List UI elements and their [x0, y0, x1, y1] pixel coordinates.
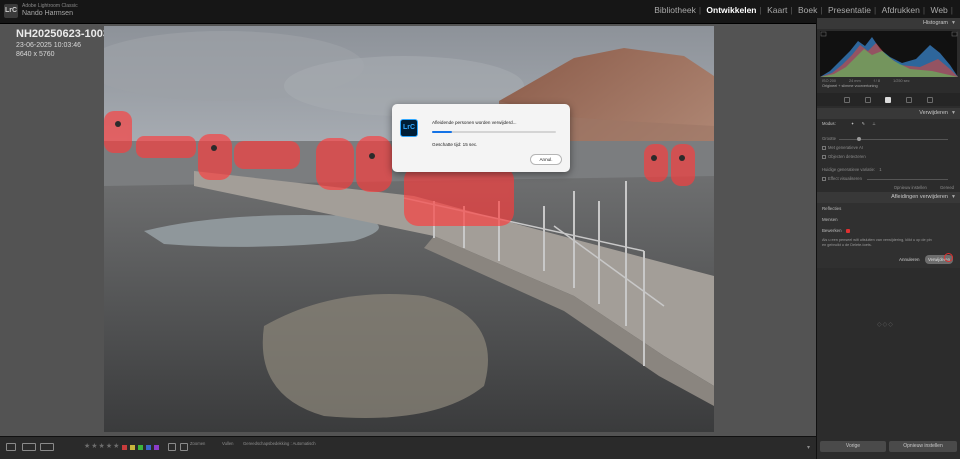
overlay-color-swatch[interactable] — [845, 228, 850, 233]
remove-panel-buttons: Opnieuw instellen Gereed — [817, 183, 960, 192]
option-label: Met generatieve AI — [828, 145, 863, 150]
selection-row: Bewerken — [817, 225, 960, 236]
eraser-icon[interactable] — [885, 96, 892, 103]
progress-bar-fill — [432, 131, 452, 133]
aperture-value: f / 8 — [873, 79, 881, 83]
module-bibliotheek[interactable]: Bibliotheek — [652, 5, 698, 15]
mode-label: Modus: — [822, 121, 836, 126]
lrc-app-icon: LrC — [400, 119, 418, 137]
done-button[interactable]: Gereed — [940, 185, 954, 190]
lrc-logo-icon: LrC — [4, 4, 18, 18]
visualize-row[interactable]: Effect visualiseren — [817, 174, 960, 183]
collapse-triangle-icon: ▼ — [951, 110, 956, 116]
edit-icon[interactable] — [844, 96, 851, 103]
toggle-checkbox[interactable] — [822, 176, 826, 181]
dialog-cancel-button[interactable]: Annul. — [530, 154, 562, 165]
crop-icon[interactable] — [864, 96, 871, 103]
variation-label: Huidige generatieve variatie: — [822, 167, 876, 172]
checkbox[interactable] — [822, 145, 826, 150]
photo-canvas[interactable] — [104, 26, 714, 432]
module-afdrukken[interactable]: Afdrukken — [880, 5, 922, 15]
remove-panel-title: Verwijderen — [919, 110, 948, 116]
checkbox[interactable] — [822, 154, 826, 159]
redeye-icon[interactable] — [906, 96, 913, 103]
collapse-triangle-icon: ▼ — [951, 20, 956, 26]
mode-stamp-icon[interactable]: ⊥ — [872, 121, 876, 126]
panel-end-ornament-icon: ◇◇◇ — [877, 322, 894, 328]
remove-panel-header[interactable]: Verwijderen ▼ — [817, 108, 960, 119]
masking-icon[interactable] — [926, 96, 933, 103]
size-slider-knob[interactable] — [857, 137, 861, 141]
mode-row: Modus: ✦ ✎ ⊥ — [817, 119, 960, 128]
user-name: Nando Harmsen — [22, 10, 73, 17]
mode-brush-icon[interactable]: ✦ — [851, 121, 855, 126]
distractions-actions: Annuleren Verwijderen — [817, 253, 960, 268]
people-row[interactable]: Mensen — [817, 214, 960, 225]
color-label-green-icon[interactable] — [138, 445, 143, 450]
distractions-section: Afleidingen verwijderen ▼ Reflecties Men… — [817, 192, 960, 268]
click-indicator-icon — [944, 253, 953, 262]
reflections-row[interactable]: Reflecties — [817, 203, 960, 214]
people-label: Mensen — [822, 217, 838, 222]
before-after-icon[interactable] — [22, 443, 36, 451]
visualize-label: Effect visualiseren — [828, 176, 862, 181]
module-presentatie[interactable]: Presentatie — [826, 5, 873, 15]
module-picker: Bibliotheek | Ontwikkelen | Kaart | Boek | P… — [652, 5, 953, 15]
image-view: NH20250623-100346.arw 23-06-2025 10:03:4… — [0, 24, 816, 436]
tool-overlay-select[interactable]: Gereedschapsbedekking : Automatisch — [243, 441, 316, 446]
variation-row: Huidige generatieve variatie: 1 — [817, 165, 960, 174]
reset-button[interactable]: Opnieuw instellen — [889, 441, 957, 452]
cancel-distractions-button[interactable]: Annuleren — [899, 257, 920, 262]
info-text: Als u een penseel wilt uitsluiten van ve… — [822, 238, 932, 247]
selection-label: Bewerken — [822, 228, 842, 233]
zoom-label: Zoomen — [190, 441, 206, 446]
visualize-slider-track[interactable] — [867, 179, 948, 180]
option-generative-ai[interactable]: Met generatieve AI — [817, 143, 960, 152]
module-web[interactable]: Web — [928, 5, 949, 15]
color-label-red-icon[interactable] — [122, 445, 127, 450]
time-estimate: Geschatte tijd: 15 sec. — [432, 142, 478, 147]
right-panel: Histogram ▼ ISO 200 24 mm f / 8 1/250 se… — [816, 18, 960, 459]
module-ontwikkelen[interactable]: Ontwikkelen — [704, 5, 758, 15]
color-label-blue-icon[interactable] — [146, 445, 151, 450]
size-label: Grootte — [822, 136, 836, 141]
original-preview-label: Origineel + slimme voorvertoning — [822, 84, 878, 88]
rating-stars-icon[interactable]: ★★★★★ — [84, 442, 120, 450]
mode-pen-icon[interactable]: ✎ — [862, 121, 866, 126]
size-slider-row[interactable]: Grootte — [817, 134, 960, 143]
histogram-title: Histogram — [922, 20, 948, 26]
iso-value: ISO 200 — [822, 79, 836, 83]
collapse-triangle-icon: ▼ — [951, 194, 956, 200]
option-detect-objects[interactable]: Objecten detecteren — [817, 152, 960, 161]
distractions-title: Afleidingen verwijderen — [891, 194, 948, 200]
toolbar-menu-icon[interactable]: ▾ — [807, 444, 810, 451]
histogram-graph[interactable] — [820, 31, 958, 77]
loupe-view-icon[interactable] — [6, 443, 16, 451]
app-title: Adobe Lightroom Classic — [22, 3, 78, 9]
option-label: Objecten detecteren — [828, 154, 866, 159]
distractions-header[interactable]: Afleidingen verwijderen ▼ — [817, 192, 960, 203]
histogram-header[interactable]: Histogram ▼ — [817, 18, 960, 29]
progress-bar — [432, 131, 556, 133]
color-label-purple-icon[interactable] — [154, 445, 159, 450]
size-slider-track[interactable] — [839, 139, 948, 140]
tool-strip — [817, 93, 960, 106]
reflections-label: Reflecties — [822, 206, 842, 211]
color-label-yellow-icon[interactable] — [130, 445, 135, 450]
rotate-icon[interactable] — [168, 443, 176, 451]
zoom-value[interactable]: Vullen — [222, 441, 234, 446]
focal-length: 24 mm — [849, 79, 861, 83]
reset-remove-button[interactable]: Opnieuw instellen — [894, 185, 927, 190]
previous-button[interactable]: Vorige — [820, 441, 886, 452]
dialog-message: Afleidende personen worden verwijderd... — [432, 120, 517, 125]
compare-view-icon[interactable] — [40, 443, 54, 451]
variation-value[interactable]: 1 — [879, 167, 881, 172]
lightroom-window: LrC Adobe Lightroom Classic Nando Harmse… — [0, 0, 960, 459]
panel-bottom-buttons: Vorige Opnieuw instellen — [817, 439, 960, 455]
flag-icon[interactable] — [180, 443, 188, 451]
bottom-toolbar: ★★★★★ Zoomen Vullen Gereedschapsbedekkin… — [0, 436, 816, 459]
module-kaart[interactable]: Kaart — [765, 5, 789, 15]
shutter-speed: 1/250 sec — [893, 79, 910, 83]
module-boek[interactable]: Boek — [796, 5, 819, 15]
